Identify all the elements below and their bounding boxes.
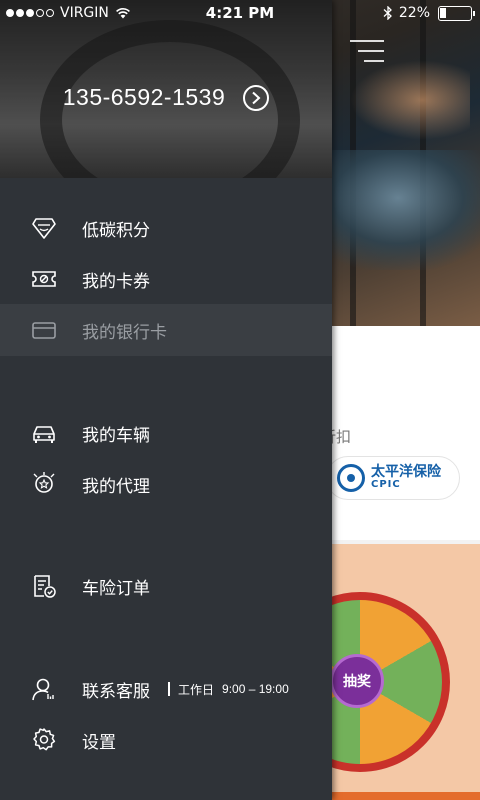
lottery-button[interactable]: 抽奖 bbox=[330, 654, 384, 708]
menu-label: 我的卡券 bbox=[82, 271, 150, 292]
insurer-name: 太平洋保险 bbox=[371, 464, 441, 481]
clock: 4:21 PM bbox=[205, 4, 275, 22]
menu-label: 设置 bbox=[82, 732, 116, 753]
menu-item-coupons[interactable]: 我的卡券 bbox=[0, 253, 332, 305]
service-hours: 工作日 9:00 – 19:00 bbox=[168, 681, 289, 698]
menu-label: 我的车辆 bbox=[82, 425, 150, 446]
menu-label: 我的代理 bbox=[82, 476, 150, 497]
drawer-header: 135-6592-1539 bbox=[0, 0, 332, 178]
bluetooth-icon bbox=[383, 6, 392, 20]
customer-service-icon bbox=[30, 675, 58, 703]
user-phone-number[interactable]: 135-6592-1539 bbox=[63, 84, 226, 111]
menu-item-points[interactable]: 低碳积分 bbox=[0, 202, 332, 254]
battery-icon bbox=[438, 5, 475, 21]
order-document-icon bbox=[30, 572, 58, 600]
credit-card-icon bbox=[30, 316, 58, 344]
wifi-icon bbox=[115, 8, 130, 19]
menu-toggle-button[interactable] bbox=[350, 40, 384, 64]
car-image bbox=[330, 150, 480, 270]
battery-percent: 22% bbox=[398, 5, 430, 21]
menu-item-agency[interactable]: 我的代理 bbox=[0, 458, 332, 510]
menu-label: 低碳积分 bbox=[82, 220, 150, 241]
chevron-right-icon[interactable] bbox=[243, 84, 270, 111]
menu-item-settings[interactable]: 设置 bbox=[0, 714, 332, 766]
badge-icon bbox=[30, 214, 58, 242]
service-hours-label: 工作日 bbox=[178, 682, 215, 697]
signal-strength-icon bbox=[6, 9, 54, 17]
menu-label: 车险订单 bbox=[82, 578, 150, 599]
cpic-logo-icon bbox=[337, 464, 365, 492]
insurer-card-cpic[interactable]: 太平洋保险 CPIC bbox=[326, 456, 460, 500]
side-drawer: 135-6592-1539 低碳积分 我的卡券 我的银行卡 我的车辆 我的代理 … bbox=[0, 0, 332, 800]
menu-label: 联系客服 bbox=[82, 681, 150, 702]
carrier-name: VIRGIN bbox=[60, 5, 109, 21]
menu-item-customer-service[interactable]: 联系客服 工作日 9:00 – 19:00 bbox=[0, 663, 332, 715]
star-badge-icon bbox=[30, 470, 58, 498]
gear-icon bbox=[30, 726, 58, 754]
ticket-icon bbox=[30, 265, 58, 293]
service-hours-time: 9:00 – 19:00 bbox=[222, 682, 289, 696]
menu-item-insurance-orders[interactable]: 车险订单 bbox=[0, 560, 332, 612]
insurer-code: CPIC bbox=[371, 479, 401, 491]
menu-label: 我的银行卡 bbox=[82, 322, 167, 343]
menu-item-bank-card[interactable]: 我的银行卡 bbox=[0, 304, 332, 356]
status-bar: VIRGIN 4:21 PM 22% bbox=[0, 0, 480, 26]
menu-item-vehicles[interactable]: 我的车辆 bbox=[0, 407, 332, 459]
car-icon bbox=[30, 419, 58, 447]
